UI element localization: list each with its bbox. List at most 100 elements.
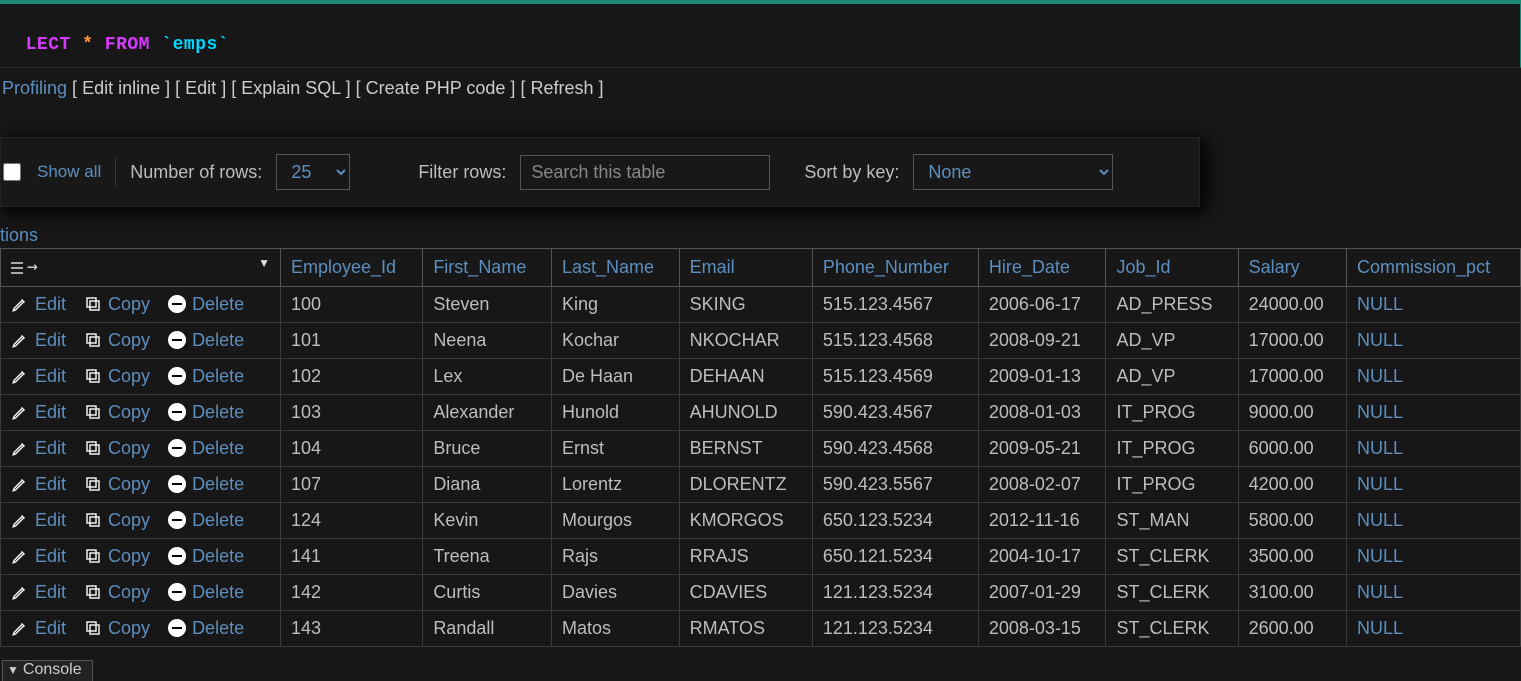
cell-salary[interactable]: 3500.00: [1238, 538, 1346, 574]
cell-commission_pct[interactable]: NULL: [1347, 538, 1521, 574]
sort-by-key-select[interactable]: None: [913, 154, 1113, 190]
cell-employee_id[interactable]: 124: [281, 502, 423, 538]
cell-employee_id[interactable]: 101: [281, 322, 423, 358]
edit-row-button[interactable]: Edit: [11, 366, 66, 387]
cell-email[interactable]: NKOCHAR: [679, 322, 812, 358]
cell-phone_number[interactable]: 590.423.4568: [812, 430, 978, 466]
cell-salary[interactable]: 9000.00: [1238, 394, 1346, 430]
cell-phone_number[interactable]: 515.123.4569: [812, 358, 978, 394]
cell-last_name[interactable]: Davies: [552, 574, 680, 610]
column-header-employee_id[interactable]: Employee_Id: [281, 249, 423, 287]
cell-first_name[interactable]: Treena: [423, 538, 552, 574]
delete-row-button[interactable]: Delete: [168, 582, 244, 603]
column-header-first_name[interactable]: First_Name: [423, 249, 552, 287]
cell-job_id[interactable]: AD_VP: [1106, 322, 1238, 358]
options-label[interactable]: tions: [0, 225, 1521, 246]
copy-row-button[interactable]: Copy: [84, 618, 150, 639]
edit-row-button[interactable]: Edit: [11, 438, 66, 459]
cell-email[interactable]: RRAJS: [679, 538, 812, 574]
console-tab[interactable]: ▼ Console: [2, 660, 93, 681]
cell-last_name[interactable]: Hunold: [552, 394, 680, 430]
cell-first_name[interactable]: Kevin: [423, 502, 552, 538]
cell-job_id[interactable]: AD_VP: [1106, 358, 1238, 394]
copy-row-button[interactable]: Copy: [84, 366, 150, 387]
profiling-link[interactable]: Profiling: [2, 78, 67, 98]
cell-salary[interactable]: 17000.00: [1238, 358, 1346, 394]
cell-email[interactable]: DLORENTZ: [679, 466, 812, 502]
edit-link[interactable]: Edit: [185, 78, 216, 98]
column-header-phone_number[interactable]: Phone_Number: [812, 249, 978, 287]
edit-row-button[interactable]: Edit: [11, 474, 66, 495]
show-all-checkbox[interactable]: [3, 163, 21, 181]
edit-row-button[interactable]: Edit: [11, 546, 66, 567]
refresh-link[interactable]: Refresh: [530, 78, 593, 98]
column-header-last_name[interactable]: Last_Name: [552, 249, 680, 287]
column-header-commission_pct[interactable]: Commission_pct: [1347, 249, 1521, 287]
cell-last_name[interactable]: De Haan: [552, 358, 680, 394]
copy-row-button[interactable]: Copy: [84, 510, 150, 531]
cell-last_name[interactable]: Rajs: [552, 538, 680, 574]
cell-first_name[interactable]: Steven: [423, 286, 552, 322]
cell-job_id[interactable]: ST_CLERK: [1106, 610, 1238, 646]
delete-row-button[interactable]: Delete: [168, 366, 244, 387]
cell-salary[interactable]: 24000.00: [1238, 286, 1346, 322]
cell-first_name[interactable]: Bruce: [423, 430, 552, 466]
delete-row-button[interactable]: Delete: [168, 474, 244, 495]
num-rows-select[interactable]: 25: [276, 154, 350, 190]
cell-salary[interactable]: 2600.00: [1238, 610, 1346, 646]
cell-employee_id[interactable]: 102: [281, 358, 423, 394]
edit-inline-link[interactable]: Edit inline: [82, 78, 160, 98]
cell-job_id[interactable]: AD_PRESS: [1106, 286, 1238, 322]
cell-phone_number[interactable]: 515.123.4568: [812, 322, 978, 358]
cell-phone_number[interactable]: 590.423.4567: [812, 394, 978, 430]
cell-email[interactable]: DEHAAN: [679, 358, 812, 394]
cell-last_name[interactable]: King: [552, 286, 680, 322]
cell-phone_number[interactable]: 590.423.5567: [812, 466, 978, 502]
cell-last_name[interactable]: Lorentz: [552, 466, 680, 502]
cell-job_id[interactable]: ST_MAN: [1106, 502, 1238, 538]
cell-first_name[interactable]: Lex: [423, 358, 552, 394]
cell-commission_pct[interactable]: NULL: [1347, 286, 1521, 322]
cell-job_id[interactable]: ST_CLERK: [1106, 538, 1238, 574]
copy-row-button[interactable]: Copy: [84, 294, 150, 315]
cell-commission_pct[interactable]: NULL: [1347, 394, 1521, 430]
cell-email[interactable]: SKING: [679, 286, 812, 322]
cell-commission_pct[interactable]: NULL: [1347, 430, 1521, 466]
delete-row-button[interactable]: Delete: [168, 330, 244, 351]
cell-employee_id[interactable]: 104: [281, 430, 423, 466]
cell-email[interactable]: AHUNOLD: [679, 394, 812, 430]
cell-email[interactable]: KMORGOS: [679, 502, 812, 538]
cell-last_name[interactable]: Matos: [552, 610, 680, 646]
cell-hire_date[interactable]: 2008-01-03: [978, 394, 1106, 430]
drag-handle-icon[interactable]: →: [11, 256, 38, 277]
delete-row-button[interactable]: Delete: [168, 546, 244, 567]
show-all-link[interactable]: Show all: [37, 162, 101, 182]
copy-row-button[interactable]: Copy: [84, 402, 150, 423]
cell-first_name[interactable]: Randall: [423, 610, 552, 646]
cell-first_name[interactable]: Neena: [423, 322, 552, 358]
cell-job_id[interactable]: IT_PROG: [1106, 466, 1238, 502]
cell-first_name[interactable]: Curtis: [423, 574, 552, 610]
copy-row-button[interactable]: Copy: [84, 438, 150, 459]
cell-email[interactable]: BERNST: [679, 430, 812, 466]
create-php-link[interactable]: Create PHP code: [366, 78, 506, 98]
cell-first_name[interactable]: Alexander: [423, 394, 552, 430]
cell-commission_pct[interactable]: NULL: [1347, 358, 1521, 394]
copy-row-button[interactable]: Copy: [84, 582, 150, 603]
cell-commission_pct[interactable]: NULL: [1347, 502, 1521, 538]
column-header-hire_date[interactable]: Hire_Date: [978, 249, 1106, 287]
cell-commission_pct[interactable]: NULL: [1347, 610, 1521, 646]
cell-phone_number[interactable]: 121.123.5234: [812, 574, 978, 610]
delete-row-button[interactable]: Delete: [168, 402, 244, 423]
cell-job_id[interactable]: ST_CLERK: [1106, 574, 1238, 610]
cell-salary[interactable]: 6000.00: [1238, 430, 1346, 466]
cell-commission_pct[interactable]: NULL: [1347, 466, 1521, 502]
cell-employee_id[interactable]: 100: [281, 286, 423, 322]
edit-row-button[interactable]: Edit: [11, 618, 66, 639]
column-header-email[interactable]: Email: [679, 249, 812, 287]
copy-row-button[interactable]: Copy: [84, 546, 150, 567]
cell-employee_id[interactable]: 107: [281, 466, 423, 502]
cell-employee_id[interactable]: 103: [281, 394, 423, 430]
copy-row-button[interactable]: Copy: [84, 330, 150, 351]
cell-job_id[interactable]: IT_PROG: [1106, 430, 1238, 466]
